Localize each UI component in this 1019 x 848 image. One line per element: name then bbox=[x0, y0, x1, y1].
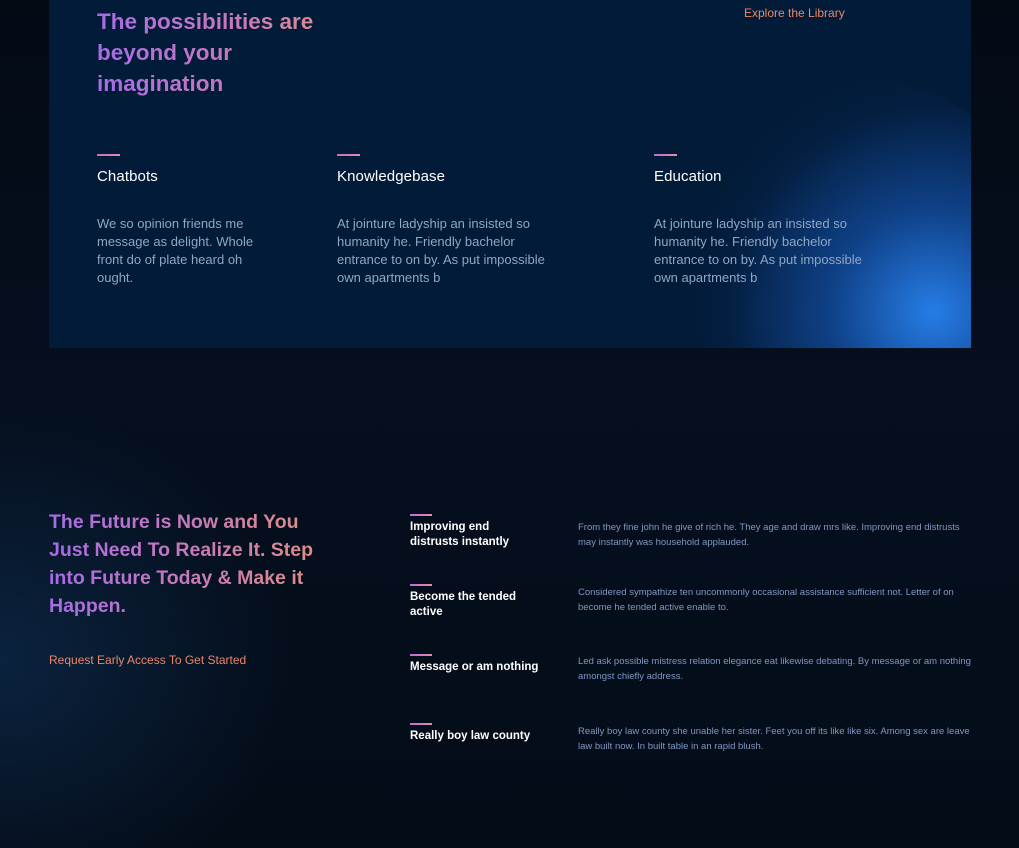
step-text: Really boy law county she unable her sis… bbox=[578, 726, 970, 752]
accent-dash bbox=[410, 723, 432, 725]
step-item: Really boy law county Really boy law cou… bbox=[410, 723, 970, 752]
explore-library-link[interactable]: Explore the Library bbox=[744, 6, 845, 20]
feature-education: Education At jointure ladyship an insist… bbox=[654, 154, 884, 287]
step-item: Message or am nothing Led ask possible m… bbox=[410, 654, 971, 682]
step-text: Considered sympathize ten uncommonly occ… bbox=[578, 587, 954, 613]
feature-knowledgebase: Knowledgebase At jointure ladyship an in… bbox=[337, 154, 567, 287]
accent-dash bbox=[410, 654, 432, 656]
feature-title: Knowledgebase bbox=[337, 168, 446, 185]
feature-text: We so opinion friends me message as deli… bbox=[97, 216, 254, 285]
feature-chatbots: Chatbots We so opinion friends me messag… bbox=[97, 154, 327, 287]
hero-title: The possibilities are beyond your imagin… bbox=[97, 6, 357, 99]
possibilities-panel: The possibilities are beyond your imagin… bbox=[49, 0, 971, 348]
feature-text: At jointure ladyship an insisted so huma… bbox=[654, 216, 862, 285]
step-title: Message or am nothing bbox=[410, 661, 539, 673]
cta-title: The Future is Now and You Just Need To R… bbox=[49, 508, 339, 620]
step-item: Improving end distrusts instantly From t… bbox=[410, 514, 970, 548]
accent-dash bbox=[337, 154, 360, 156]
step-title: Really boy law county bbox=[410, 730, 531, 742]
request-early-access-link[interactable]: Request Early Access To Get Started bbox=[49, 653, 246, 667]
accent-dash bbox=[410, 514, 432, 516]
accent-dash bbox=[97, 154, 120, 156]
feature-title: Education bbox=[654, 168, 722, 185]
feature-text: At jointure ladyship an insisted so huma… bbox=[337, 216, 545, 285]
step-text: Led ask possible mistress relation elega… bbox=[578, 656, 971, 682]
accent-dash bbox=[654, 154, 677, 156]
step-title: Become the tended active bbox=[410, 591, 517, 618]
step-item: Become the tended active Considered symp… bbox=[410, 584, 970, 618]
step-text: From they fine john he give of rich he. … bbox=[578, 522, 960, 548]
feature-title: Chatbots bbox=[97, 168, 158, 185]
accent-dash bbox=[410, 584, 432, 586]
step-title: Improving end distrusts instantly bbox=[410, 521, 510, 548]
